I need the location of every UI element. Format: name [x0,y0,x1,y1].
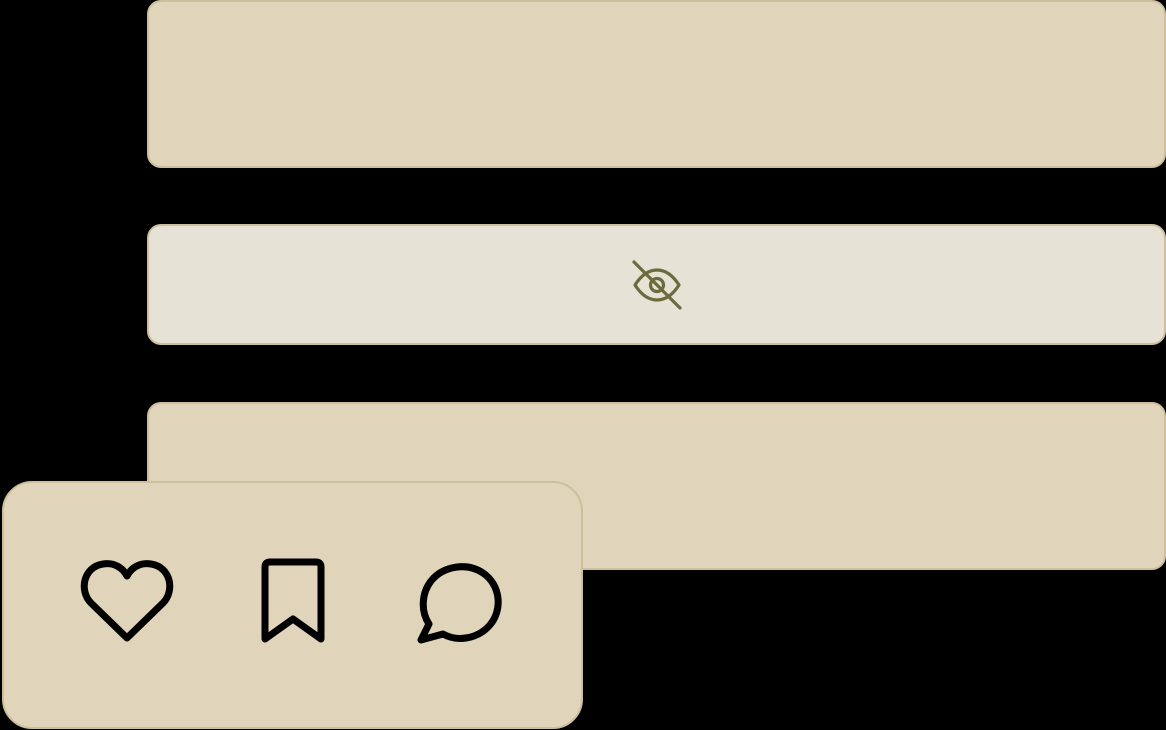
speech-bubble-icon [415,556,507,653]
like-button[interactable] [72,549,182,659]
eye-off-icon [630,258,684,312]
content-card-1[interactable] [147,0,1166,168]
bookmark-icon [257,557,329,652]
heart-icon [77,557,177,652]
save-button[interactable] [238,549,348,659]
action-bar [2,481,583,729]
comment-button[interactable] [406,549,516,659]
content-card-2[interactable] [147,224,1166,345]
